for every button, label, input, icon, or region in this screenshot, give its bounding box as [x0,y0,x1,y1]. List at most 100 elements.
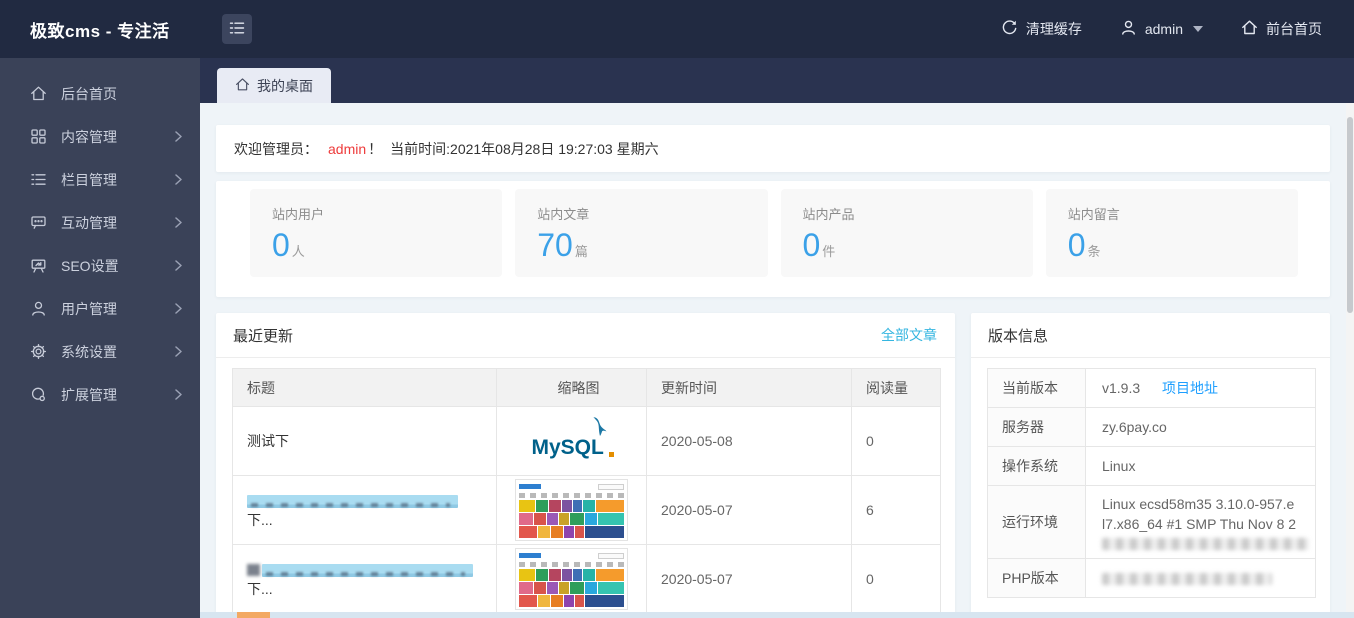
welcome-banner: 欢迎管理员： admin ！ 当前时间:2021年08月28日 19:27:03… [216,125,1330,172]
version-label: 操作系统 [988,447,1086,486]
article-title-redacted: 下... [247,490,496,530]
version-value: zy.6pay.co [1086,408,1316,447]
clipped-orange-block [237,612,270,618]
table-row[interactable]: 下... 2020-05-07 [233,476,941,545]
vertical-scrollbar[interactable] [1346,103,1354,618]
gear-icon [30,343,47,360]
user-menu[interactable]: admin [1120,19,1203,39]
table-row[interactable]: 下... 2020-05-07 [233,545,941,614]
table-row: 运行环境 Linux ecsd58m35 3.10.0-957.e l7.x86… [988,486,1316,559]
redacted-character [247,564,260,576]
stat-label: 站内用户 [272,204,502,223]
stat-card-articles: 站内文章 70篇 [515,189,767,277]
table-header-row: 标题 缩略图 更新时间 阅读量 [233,369,941,407]
sidebar-item-users[interactable]: 用户管理 [0,287,200,330]
version-panel-header: 版本信息 [971,313,1330,358]
redacted-text-smudge [1102,538,1309,550]
article-views: 0 [852,545,941,614]
sidebar-item-settings[interactable]: 系统设置 [0,330,200,373]
stats-panel: 站内用户 0人 站内文章 70篇 站内产品 0件 站内留言 0条 [216,181,1330,297]
version-label: 服务器 [988,408,1086,447]
stat-value: 0件 [803,227,1033,264]
version-info-table: 当前版本 v1.9.3 项目地址 服务器 zy.6pay.co 操作系统 Lin… [987,368,1316,598]
table-row[interactable]: 测试下 MySQL 2020-05-08 0 [233,407,941,476]
site-logo [519,484,541,489]
home-icon [1241,19,1258,39]
welcome-prefix: 欢迎管理员： [234,139,318,159]
col-views: 阅读量 [852,369,941,407]
welcome-exclaim: ！ [368,139,382,159]
sidebar-item-seo[interactable]: SEO设置 [0,244,200,287]
front-home-link[interactable]: 前台首页 [1241,19,1322,39]
article-date: 2020-05-07 [647,545,852,614]
site-searchbox [598,553,624,559]
sidebar-item-content[interactable]: 内容管理 [0,115,200,158]
list-icon [30,171,47,188]
sidebar-item-dashboard[interactable]: 后台首页 [0,72,200,115]
site-screenshot-thumbnail [515,548,628,610]
clear-cache-button[interactable]: 清理缓存 [1001,19,1082,39]
table-row: 当前版本 v1.9.3 项目地址 [988,369,1316,408]
version-info-panel: 版本信息 当前版本 v1.9.3 项目地址 服务器 zy.6pay.co [971,313,1330,618]
stat-card-messages: 站内留言 0条 [1046,189,1298,277]
article-title-redacted: 下... [247,559,496,599]
stat-value: 0人 [272,227,502,264]
redacted-text-smudge [1102,573,1272,585]
article-title-suffix: 下... [247,581,273,597]
chat-icon [30,214,47,231]
sidebar-item-interaction[interactable]: 互动管理 [0,201,200,244]
board-icon [30,257,47,274]
stat-unit: 条 [1088,244,1101,259]
scrollbar-thumb[interactable] [1347,117,1353,313]
stat-value: 70篇 [537,227,767,264]
stat-value: 0条 [1068,227,1298,264]
menu-toggle-button[interactable] [222,14,252,44]
sidebar-item-label: 扩展管理 [61,385,117,405]
panel-title: 最近更新 [233,325,293,346]
home-icon [30,85,47,102]
redaction-highlight [262,564,473,577]
version-label: 运行环境 [988,486,1086,559]
stat-label: 站内产品 [803,204,1033,223]
chevron-right-icon [175,387,182,403]
recent-updates-panel: 最近更新 全部文章 标题 缩略图 更新时间 阅读量 测试下 [216,313,955,618]
sidebar-item-label: 系统设置 [61,342,117,362]
col-thumb: 缩略图 [497,369,647,407]
sidebar-item-columns[interactable]: 栏目管理 [0,158,200,201]
top-header: 极致cms - 专注活 清理缓存 admin 前台首页 [0,0,1354,58]
sidebar-item-label: 内容管理 [61,127,117,147]
chevron-right-icon [175,129,182,145]
table-row: 操作系统 Linux [988,447,1316,486]
article-date: 2020-05-08 [647,407,852,476]
front-home-label: 前台首页 [1266,19,1322,39]
panel-title: 版本信息 [988,325,1048,346]
main-content: 欢迎管理员： admin ！ 当前时间:2021年08月28日 19:27:03… [200,103,1354,618]
table-row: 服务器 zy.6pay.co [988,408,1316,447]
welcome-username: admin [318,141,368,157]
stat-card-products: 站内产品 0件 [781,189,1033,277]
version-value: Linux [1086,447,1316,486]
project-url-link[interactable]: 项目地址 [1162,380,1218,396]
chevron-right-icon [175,301,182,317]
version-value: v1.9.3 项目地址 [1086,369,1316,408]
col-title: 标题 [233,369,497,407]
recent-updates-table: 标题 缩略图 更新时间 阅读量 测试下 MySQL [232,368,941,614]
sidebar-nav: 后台首页 内容管理 栏目管理 互动管理 SEO设置 用户管理 系统设置 扩展管理 [0,58,200,618]
tab-my-desktop[interactable]: 我的桌面 [217,68,331,103]
refresh-icon [1001,19,1018,39]
site-logo [519,553,541,558]
chevron-down-icon [1193,26,1203,32]
stat-label: 站内文章 [537,204,767,223]
sidebar-item-extensions[interactable]: 扩展管理 [0,373,200,416]
col-date: 更新时间 [647,369,852,407]
tab-label: 我的桌面 [257,76,313,96]
clipped-bottom-strip [200,612,1354,618]
version-label: 当前版本 [988,369,1086,408]
home-icon [235,77,250,95]
sidebar-item-label: SEO设置 [61,256,119,276]
all-articles-link[interactable]: 全部文章 [881,325,937,345]
php-version-value [1086,559,1316,598]
hamburger-icon [229,21,245,38]
chevron-right-icon [175,215,182,231]
app-title: 极致cms - 专注活 [0,17,200,42]
